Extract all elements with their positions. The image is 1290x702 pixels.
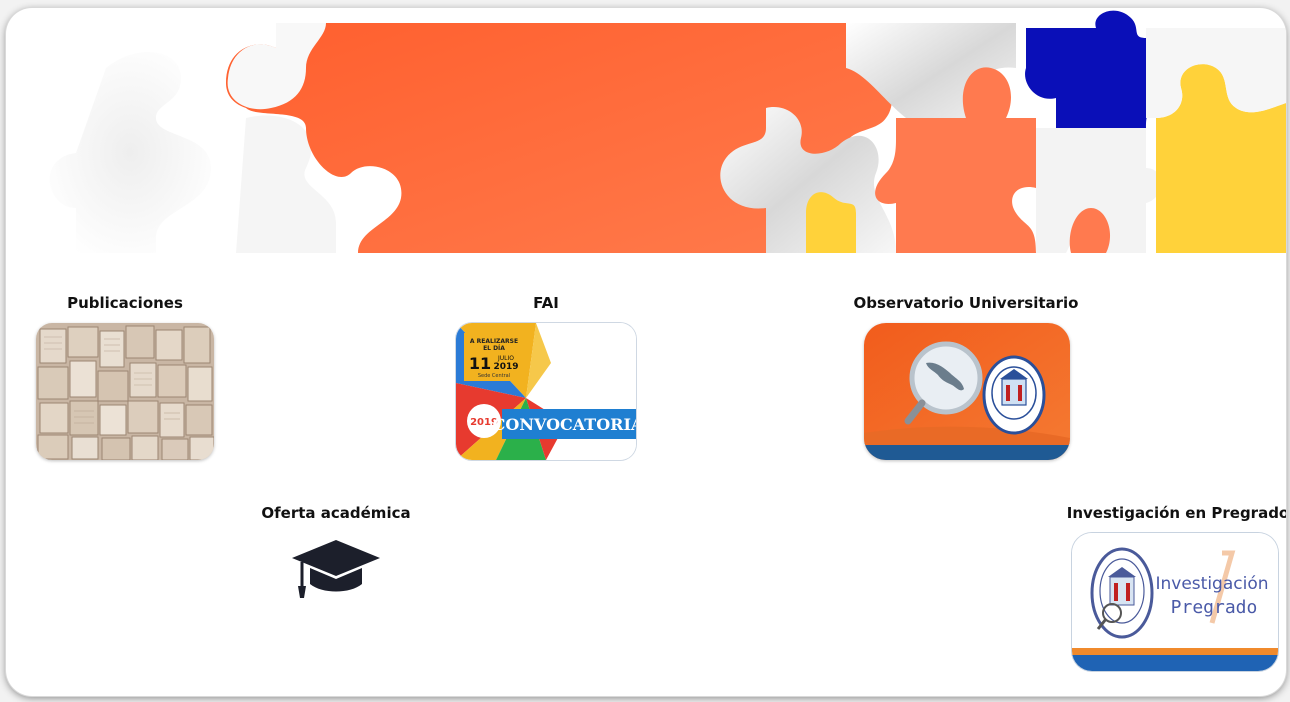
fai-poster-line2: EL DÍA xyxy=(483,344,505,352)
observatorio-title[interactable]: Observatorio Universitario xyxy=(854,294,1079,312)
fai-poster-month: JULIO xyxy=(497,355,514,362)
fai-poster-line1: A REALIZARSE xyxy=(470,338,518,345)
investigacion-logo-line1: Investigación xyxy=(1155,574,1268,594)
observatorio-logo-image xyxy=(864,323,1070,460)
graduation-cap-icon[interactable] xyxy=(288,536,384,602)
fai-poster-place: Sede Central xyxy=(478,373,510,379)
fai-title[interactable]: FAI xyxy=(533,294,559,312)
puzzle-banner xyxy=(49,10,1286,253)
page-frame: Publicaciones FAI A REALIZARSE EL DÍA 11… xyxy=(6,8,1286,696)
fai-poster-day: 11 xyxy=(469,354,491,373)
investigacion-logo-line2: Pregrado xyxy=(1171,597,1258,618)
fai-poster-image: A REALIZARSE EL DÍA 11 JULIO 2019 Sede C… xyxy=(456,323,636,460)
fai-poster-banner: CONVOCATORIA xyxy=(493,415,636,434)
publicaciones-image-link[interactable] xyxy=(36,323,214,460)
observatorio-image-link[interactable] xyxy=(864,323,1070,460)
investigacion-image-link[interactable]: Investigación Pregrado xyxy=(1072,533,1278,671)
investigacion-title[interactable]: Investigación en Pregrado xyxy=(1067,504,1286,522)
publicaciones-title[interactable]: Publicaciones xyxy=(67,294,183,312)
fai-poster-year: 2019 xyxy=(493,362,518,372)
oferta-title[interactable]: Oferta académica xyxy=(261,504,410,522)
investigacion-logo-image: Investigación Pregrado xyxy=(1072,533,1278,671)
puzzle-piece-white-left xyxy=(49,52,211,253)
fai-image-link[interactable]: A REALIZARSE EL DÍA 11 JULIO 2019 Sede C… xyxy=(456,323,636,460)
books-pages-image xyxy=(36,323,214,460)
